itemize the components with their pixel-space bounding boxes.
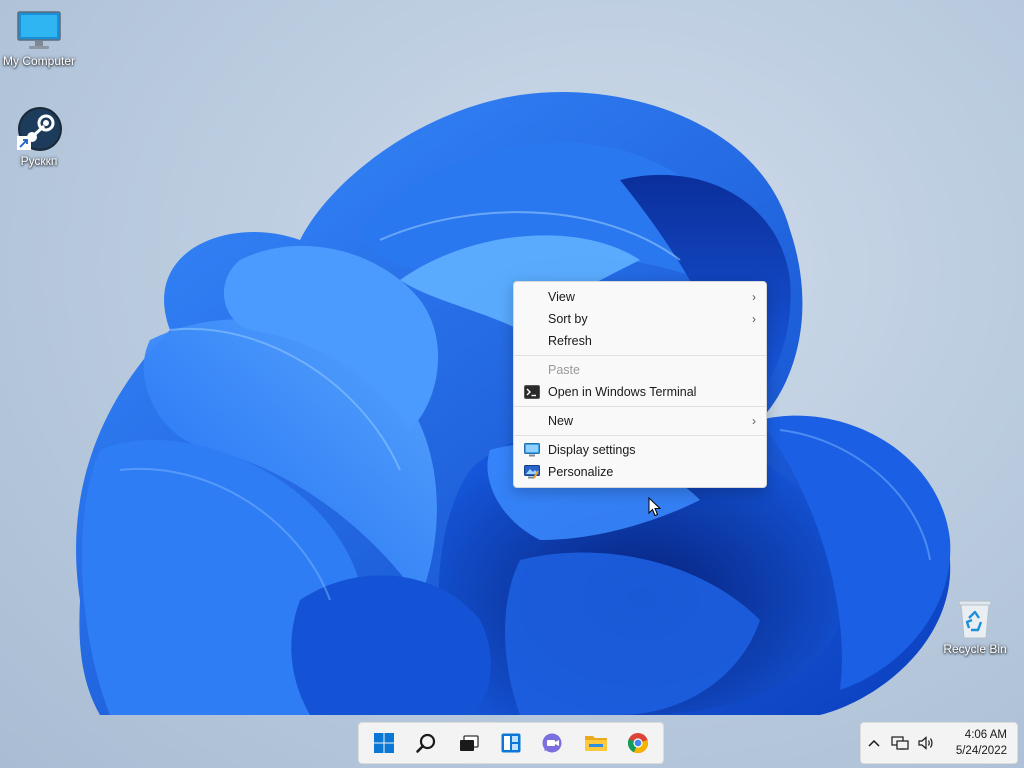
desktop-context-menu: View › Sort by › Refresh Paste Open in W…	[513, 281, 767, 488]
menu-item-label: New	[548, 414, 574, 428]
task-view-button[interactable]	[451, 725, 487, 761]
file-explorer-icon	[584, 736, 607, 751]
desktop-icon-my-computer[interactable]: My Computer	[0, 10, 81, 68]
chevron-right-icon: ›	[752, 312, 756, 326]
menu-item-paste: Paste	[514, 359, 766, 381]
desktop-icon-recycle-bin[interactable]: Recycle Bin	[933, 598, 1017, 656]
menu-item-display-settings[interactable]: Display settings	[514, 439, 766, 461]
desktop[interactable]: My Computer Русккп Recycle Bin View › So…	[0, 0, 1024, 768]
menu-separator	[514, 435, 766, 436]
desktop-icon-label: Русккп	[20, 154, 58, 168]
menu-item-refresh[interactable]: Refresh	[514, 330, 766, 352]
chevron-right-icon: ›	[752, 290, 756, 304]
file-explorer-button[interactable]	[578, 725, 614, 761]
volume-icon	[918, 736, 933, 750]
menu-item-label: Paste	[548, 363, 580, 377]
taskbar	[358, 722, 664, 764]
network-icon	[891, 736, 909, 750]
menu-item-new[interactable]: New ›	[514, 410, 766, 432]
mouse-cursor-icon	[648, 497, 662, 517]
display-icon	[524, 443, 540, 457]
clock-time: 4:06 AM	[964, 729, 1007, 741]
chevron-up-icon	[868, 739, 880, 747]
task-view-icon	[459, 735, 479, 751]
menu-item-personalize[interactable]: Personalize	[514, 461, 766, 483]
menu-separator	[514, 406, 766, 407]
chevron-right-icon: ›	[752, 414, 756, 428]
network-button[interactable]	[887, 725, 913, 761]
desktop-icon-steam[interactable]: Русккп	[0, 106, 81, 168]
menu-separator	[514, 355, 766, 356]
menu-item-label: Display settings	[548, 443, 636, 457]
widgets-button[interactable]	[493, 725, 529, 761]
clock-date: 5/24/2022	[955, 745, 1007, 757]
recycle-bin-icon	[958, 600, 992, 639]
teams-chat-icon	[542, 733, 562, 753]
menu-item-open-terminal[interactable]: Open in Windows Terminal	[514, 381, 766, 403]
widgets-icon	[501, 733, 521, 753]
teams-chat-button[interactable]	[535, 725, 571, 761]
chrome-button[interactable]	[620, 725, 656, 761]
menu-item-label: Refresh	[548, 334, 592, 348]
menu-item-label: Sort by	[548, 312, 588, 326]
steam-icon	[17, 107, 62, 151]
monitor-icon	[17, 11, 61, 49]
search-icon	[416, 733, 436, 753]
start-button[interactable]	[366, 725, 402, 761]
show-hidden-icons-button[interactable]	[861, 725, 887, 761]
menu-item-label: View	[548, 290, 575, 304]
personalize-icon	[524, 465, 540, 479]
menu-item-view[interactable]: View ›	[514, 286, 766, 308]
desktop-icon-label: Recycle Bin	[943, 642, 1007, 656]
system-tray: 4:06 AM 5/24/2022	[860, 722, 1018, 764]
menu-item-sort-by[interactable]: Sort by ›	[514, 308, 766, 330]
terminal-icon	[524, 385, 540, 399]
desktop-icon-label: My Computer	[2, 54, 76, 68]
menu-item-label: Open in Windows Terminal	[548, 385, 697, 399]
clock[interactable]: 4:06 AM 5/24/2022	[945, 727, 1007, 759]
volume-button[interactable]	[913, 725, 939, 761]
windows-start-icon	[374, 733, 395, 753]
wallpaper-bloom	[76, 91, 951, 716]
chrome-icon	[627, 733, 648, 754]
search-button[interactable]	[408, 725, 444, 761]
menu-item-label: Personalize	[548, 465, 614, 479]
